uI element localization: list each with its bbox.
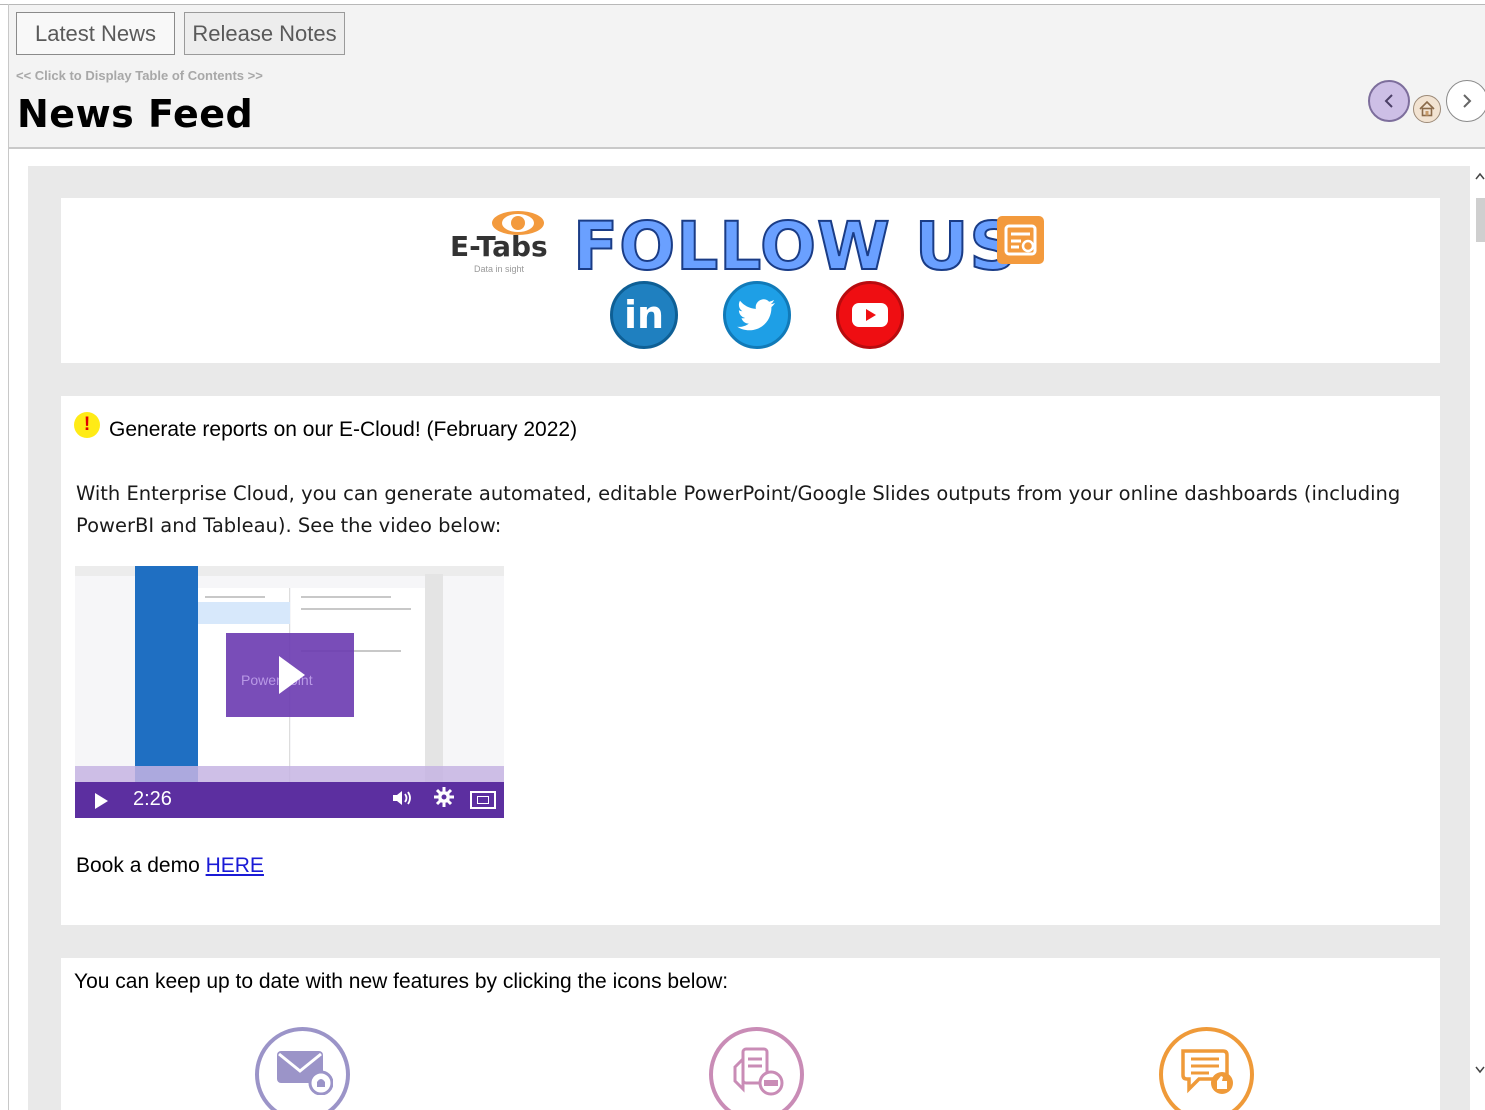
video-thumbnail-line: [301, 608, 411, 610]
youtube-link[interactable]: [836, 281, 904, 349]
page-header: << Click to Display Table of Contents >>…: [9, 61, 1485, 149]
email-notification-icon: [276, 1051, 333, 1095]
scroll-down-icon[interactable]: [1475, 1066, 1485, 1077]
feedback-icon: [1180, 1049, 1233, 1094]
scroll-up-icon[interactable]: [1475, 172, 1485, 183]
etabs-logo: E-Tabs Data in sight: [448, 208, 548, 276]
settings-gear-icon[interactable]: [433, 786, 455, 814]
scrollbar-thumb[interactable]: [1476, 198, 1485, 242]
home-icon: [1419, 100, 1435, 117]
news-item-panel: ! Generate reports on our E-Cloud! (Febr…: [61, 396, 1440, 925]
youtube-icon: [852, 303, 888, 327]
vertical-scrollbar[interactable]: [1472, 166, 1485, 1110]
book-demo-link[interactable]: HERE: [206, 854, 264, 877]
video-thumbnail-right-pane: [425, 574, 443, 784]
tab-bar: Latest News Release Notes: [9, 5, 1485, 61]
release-notes-button[interactable]: [709, 1027, 804, 1110]
page-title: News Feed: [17, 92, 254, 136]
video-player[interactable]: PowerPoint 2:26: [75, 566, 504, 818]
video-thumbnail-line: [301, 596, 391, 598]
tab-release-notes[interactable]: Release Notes: [184, 12, 345, 55]
play-large-icon[interactable]: [279, 656, 305, 694]
volume-icon[interactable]: [391, 789, 413, 812]
chevron-left-icon: [1384, 94, 1393, 108]
news-feed-icon[interactable]: [997, 216, 1044, 264]
etabs-logo-text: E-Tabs: [450, 230, 548, 263]
content-area: E-Tabs Data in sight FOLLOW US in ! Gene…: [28, 166, 1470, 1110]
twitter-icon: [737, 299, 775, 331]
follow-us-title: FOLLOW US: [572, 207, 1018, 286]
left-divider: [8, 4, 9, 1110]
news-heading: Generate reports on our E-Cloud! (Februa…: [109, 418, 578, 441]
toc-toggle-link[interactable]: << Click to Display Table of Contents >>: [16, 68, 263, 83]
feedback-button[interactable]: [1159, 1027, 1254, 1110]
linkedin-link[interactable]: in: [610, 281, 678, 349]
email-notification-button[interactable]: [255, 1027, 350, 1110]
fullscreen-icon[interactable]: [470, 791, 496, 809]
home-button[interactable]: [1413, 95, 1441, 123]
book-demo-text: Book a demo: [76, 854, 206, 877]
features-panel: You can keep up to date with new feature…: [61, 958, 1440, 1110]
app-window: Latest News Release Notes << Click to Di…: [0, 0, 1485, 1110]
video-progress-bar[interactable]: [75, 766, 504, 782]
video-controls: 2:26: [75, 782, 504, 818]
video-thumbnail-line: [205, 596, 265, 598]
play-icon[interactable]: [95, 793, 108, 809]
book-demo-line: Book a demo HERE: [76, 854, 264, 878]
previous-page-button[interactable]: [1368, 80, 1410, 122]
next-page-button[interactable]: [1446, 80, 1485, 122]
alert-icon: !: [74, 412, 100, 438]
twitter-link[interactable]: [723, 281, 791, 349]
news-body-text: With Enterprise Cloud, you can generate …: [76, 482, 1401, 537]
linkedin-icon: in: [623, 293, 665, 337]
video-thumbnail-selected-item: [198, 602, 290, 624]
release-notes-icon: [733, 1047, 783, 1096]
etabs-tagline: Data in sight: [474, 264, 525, 274]
features-text: You can keep up to date with new feature…: [74, 970, 729, 993]
chevron-right-icon: [1463, 94, 1472, 108]
follow-us-panel: E-Tabs Data in sight FOLLOW US in: [61, 198, 1440, 363]
video-thumbnail-sidebar: [135, 566, 198, 782]
tab-latest-news[interactable]: Latest News: [16, 12, 175, 55]
video-duration: 2:26: [133, 788, 172, 810]
